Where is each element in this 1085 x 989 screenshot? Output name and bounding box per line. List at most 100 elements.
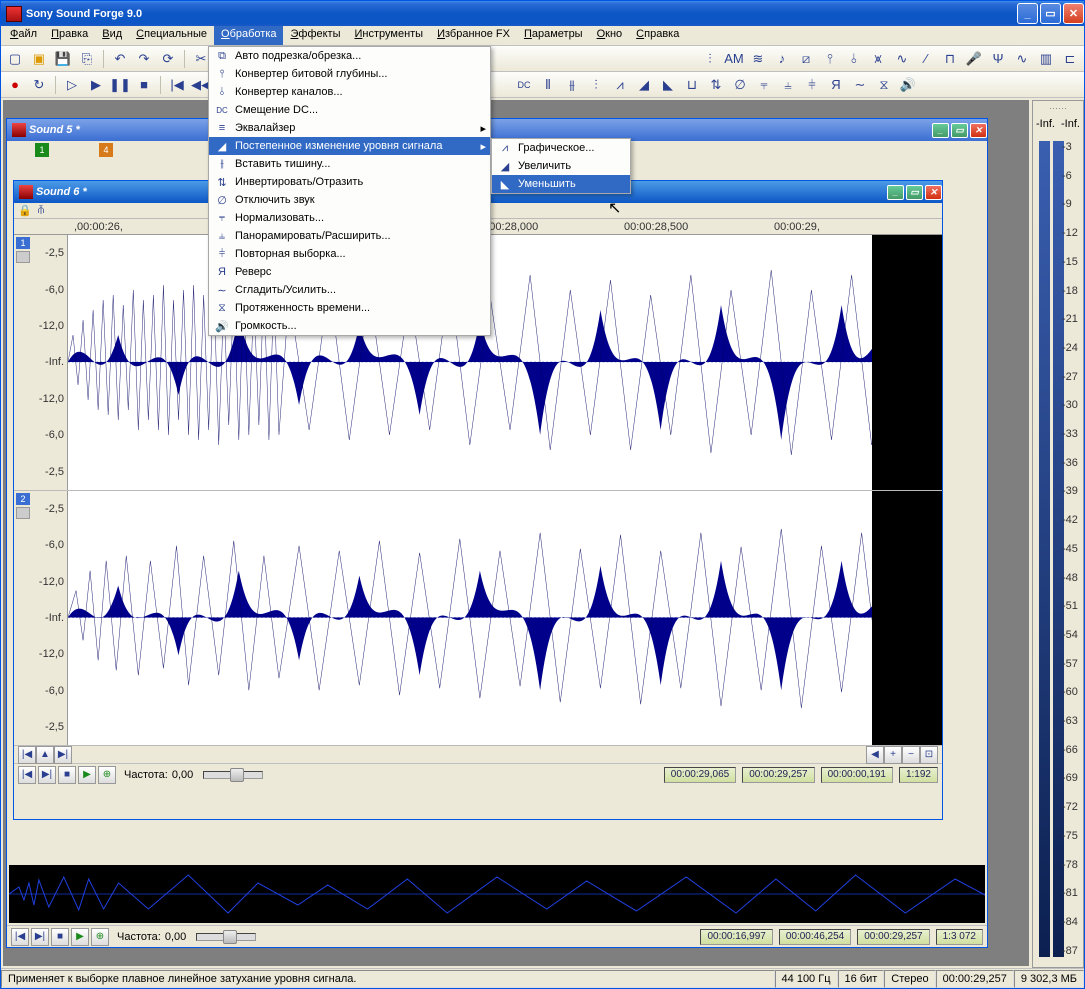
pan-icon[interactable]: ⫨ — [777, 74, 799, 96]
s6-zoom-prev-icon[interactable]: |◀ — [18, 746, 36, 764]
smooth-icon[interactable]: ∼ — [849, 74, 871, 96]
stop-icon[interactable]: ■ — [133, 74, 155, 96]
redo-icon[interactable]: ↷ — [133, 48, 155, 70]
channel-1-selection[interactable] — [872, 235, 942, 490]
snap-icon[interactable]: ⫚ — [38, 204, 45, 217]
sub-graphic[interactable]: ⩘Графическое... — [492, 139, 630, 157]
menu-effects[interactable]: Эффекты — [283, 26, 347, 45]
s6-zoom-up-icon[interactable]: ▲ — [36, 746, 54, 764]
sound6-maximize-button[interactable]: ▭ — [906, 185, 923, 200]
eq3-icon[interactable]: ⫶ — [585, 74, 607, 96]
dd-normalize[interactable]: ⫧Нормализовать... — [209, 209, 490, 227]
eq2-icon[interactable]: ⫵ — [561, 74, 583, 96]
s6-play-icon[interactable]: ▶ — [78, 766, 96, 784]
invert-icon[interactable]: ⇅ — [705, 74, 727, 96]
channel-2-waveform[interactable] — [68, 491, 942, 745]
marker-flag-4[interactable]: 4 — [99, 143, 113, 157]
channel-2-selection[interactable] — [872, 491, 942, 745]
silence-insert-icon[interactable]: ⊔ — [681, 74, 703, 96]
menu-process[interactable]: Обработка — [214, 26, 283, 45]
dd-volume[interactable]: 🔊Громкость... — [209, 317, 490, 335]
normalize-icon[interactable]: ⫧ — [753, 74, 775, 96]
save-icon[interactable]: 💾 — [52, 48, 74, 70]
main-maximize-button[interactable]: ▭ — [1040, 3, 1061, 24]
sound5-close-button[interactable]: ✕ — [970, 123, 987, 138]
s5-stop-icon[interactable]: ■ — [51, 928, 69, 946]
dd-pan[interactable]: ⫨Панорамировать/Расширить... — [209, 227, 490, 245]
tool-env-icon[interactable]: ∿ — [891, 48, 913, 70]
s6-zoom-full-icon[interactable]: ⊡ — [920, 746, 938, 764]
s6-go-end-icon[interactable]: ▶| — [38, 766, 56, 784]
s6-zoom-out-icon[interactable]: − — [902, 746, 920, 764]
dd-resample[interactable]: ⫩Повторная выборка... — [209, 245, 490, 263]
tool-mic-icon[interactable]: 🎤 — [963, 48, 985, 70]
dd-reverse[interactable]: ЯРеверс — [209, 263, 490, 281]
sound5-overview[interactable] — [9, 865, 985, 923]
marker-flag-1[interactable]: 1 — [35, 143, 49, 157]
s5-play-icon[interactable]: ▶ — [71, 928, 89, 946]
channel-1-badge[interactable]: 1 — [16, 237, 30, 249]
menu-file[interactable]: Файл — [3, 26, 44, 45]
menu-tools[interactable]: Инструменты — [348, 26, 431, 45]
fade-graph-icon[interactable]: ⩘ — [609, 74, 631, 96]
slider-thumb-icon[interactable] — [223, 930, 237, 944]
channel-1-mute-icon[interactable] — [16, 251, 30, 263]
menu-help[interactable]: Справка — [629, 26, 686, 45]
dd-mute[interactable]: ∅Отключить звук — [209, 191, 490, 209]
fade-in-icon[interactable]: ◢ — [633, 74, 655, 96]
tool-gap-icon[interactable]: ⊓ — [939, 48, 961, 70]
channel-2-badge[interactable]: 2 — [16, 493, 30, 505]
open-file-icon[interactable]: ▣ — [28, 48, 50, 70]
tool-bar-icon[interactable]: ▥ — [1035, 48, 1057, 70]
sound5-minimize-button[interactable]: _ — [932, 123, 949, 138]
main-close-button[interactable]: ✕ — [1063, 3, 1084, 24]
dd-insert-silence[interactable]: ⫲Вставить тишину... — [209, 155, 490, 173]
reverse-icon[interactable]: Я — [825, 74, 847, 96]
menu-window[interactable]: Окно — [590, 26, 630, 45]
channel-1-waveform[interactable] — [68, 235, 942, 490]
dd-equalizer[interactable]: ≡Эквалайзер▸ — [209, 119, 490, 137]
s6-marker-icon[interactable]: ⊕ — [98, 766, 116, 784]
new-file-icon[interactable]: ▢ — [4, 48, 26, 70]
dc-offset-icon[interactable]: DC — [513, 74, 535, 96]
dd-timestretch[interactable]: ⧖Протяженность времени... — [209, 299, 490, 317]
sound6-minimize-button[interactable]: _ — [887, 185, 904, 200]
dd-invert[interactable]: ⇅Инвертировать/Отразить — [209, 173, 490, 191]
s6-zoom-next-icon[interactable]: ▶| — [54, 746, 72, 764]
pause-icon[interactable]: ❚❚ — [109, 74, 131, 96]
tool-adjust-icon[interactable]: ⫰ — [843, 48, 865, 70]
mute-icon[interactable]: ∅ — [729, 74, 751, 96]
menu-options[interactable]: Параметры — [517, 26, 590, 45]
dd-fade[interactable]: ◢Постепенное изменение уровня сигнала▸ — [209, 137, 490, 155]
undo-icon[interactable]: ↶ — [109, 48, 131, 70]
save-all-icon[interactable]: ⎘ — [76, 48, 98, 70]
play-icon[interactable]: ▶ — [85, 74, 107, 96]
s6-stop-icon[interactable]: ■ — [58, 766, 76, 784]
tool-diag-icon[interactable]: ⧄ — [795, 48, 817, 70]
eq1-icon[interactable]: ⫴ — [537, 74, 559, 96]
sub-fade-out[interactable]: ◣Уменьшить — [492, 175, 630, 193]
dd-bit-depth[interactable]: ⫯Конвертер битовой глубины... — [209, 65, 490, 83]
channel-2-mute-icon[interactable] — [16, 507, 30, 519]
tool-jitter-icon[interactable]: ⫯ — [819, 48, 841, 70]
repeat-icon[interactable]: ⟳ — [157, 48, 179, 70]
s6-rate-slider[interactable] — [203, 771, 263, 779]
sound6-close-button[interactable]: ✕ — [925, 185, 942, 200]
menu-special[interactable]: Специальные — [129, 26, 214, 45]
s5-go-start-icon[interactable]: |◀ — [11, 928, 29, 946]
play-start-icon[interactable]: ▷ — [61, 74, 83, 96]
dd-channel-conv[interactable]: ⫰Конвертер каналов... — [209, 83, 490, 101]
tool-line-icon[interactable]: ∕ — [915, 48, 937, 70]
s5-go-end-icon[interactable]: ▶| — [31, 928, 49, 946]
tool-saw-icon[interactable]: ⩙ — [867, 48, 889, 70]
tool-notes-icon[interactable]: ♪ — [771, 48, 793, 70]
menu-view[interactable]: Вид — [95, 26, 129, 45]
tool-am-icon[interactable]: AM — [723, 48, 745, 70]
s5-rate-slider[interactable] — [196, 933, 256, 941]
fade-out-icon[interactable]: ◣ — [657, 74, 679, 96]
dd-smooth[interactable]: ∼Сгладить/Усилить... — [209, 281, 490, 299]
tool-fork-icon[interactable]: Ψ — [987, 48, 1009, 70]
go-start-icon[interactable]: |◀ — [166, 74, 188, 96]
s6-go-start-icon[interactable]: |◀ — [18, 766, 36, 784]
tool-sine-icon[interactable]: ∿ — [1011, 48, 1033, 70]
